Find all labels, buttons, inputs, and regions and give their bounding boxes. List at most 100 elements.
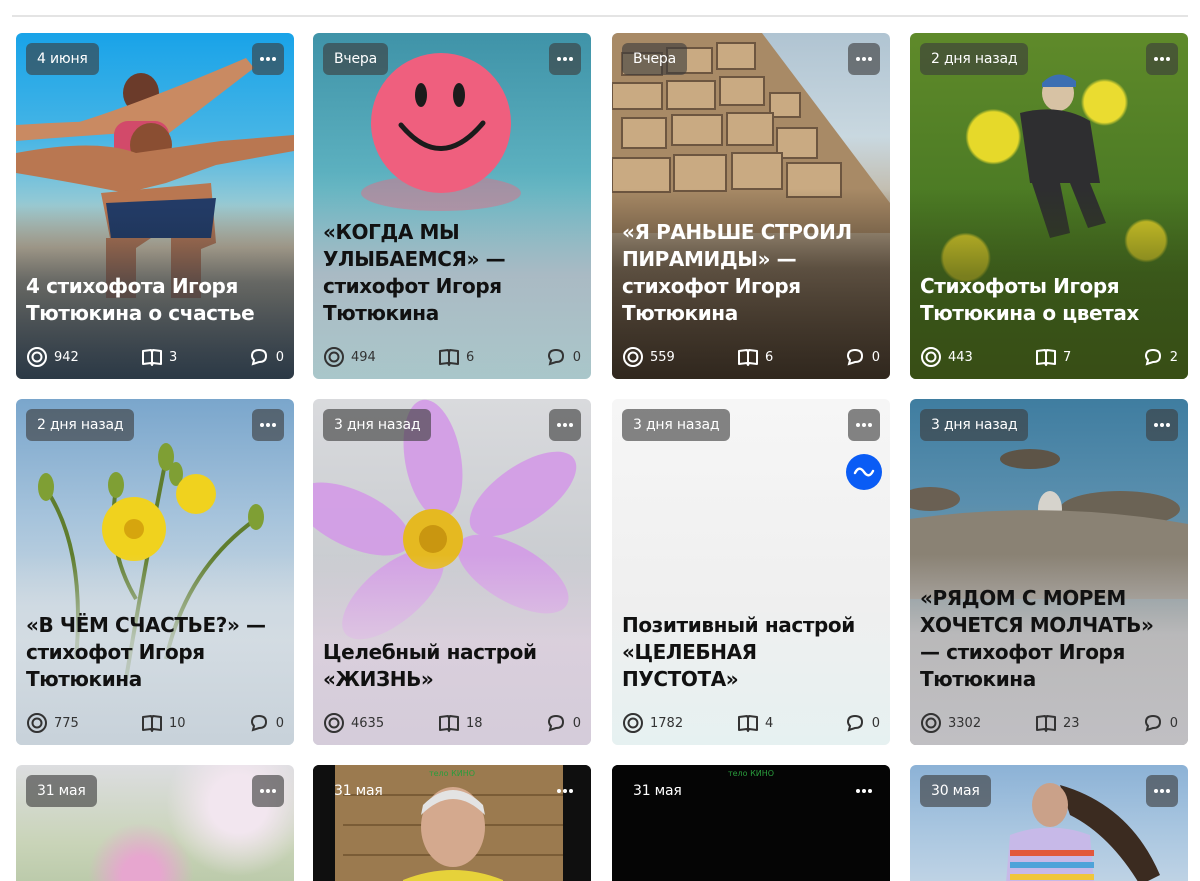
card-stats: 775 10 0 [26, 711, 284, 735]
views-count: 494 [351, 349, 376, 365]
comments-count: 2 [1169, 349, 1178, 365]
card-title[interactable]: «КОГДА МЫ УЛЫБАЕМСЯ» — стихофот Игоря Тю… [323, 219, 579, 327]
date-badge: 4 июня [26, 43, 99, 75]
comments-count: 0 [275, 349, 284, 365]
article-card[interactable]: Вчера «КОГДА МЫ УЛЫБАЕМСЯ» — стихофот Иг… [313, 33, 591, 379]
ellipsis-icon[interactable] [848, 409, 880, 441]
speech-bubble-icon [846, 714, 863, 732]
open-book-icon [1036, 715, 1056, 732]
eye-circle-icon [324, 347, 344, 367]
reads-count: 18 [466, 715, 483, 731]
comments-count: 0 [572, 715, 581, 731]
comments-count: 0 [275, 715, 284, 731]
date-badge: 2 дня назад [26, 409, 135, 441]
speech-bubble-icon [1144, 714, 1161, 732]
eye-circle-icon [27, 713, 47, 733]
ellipsis-icon[interactable] [549, 775, 581, 807]
card-stats: 443 7 2 [920, 345, 1178, 369]
reads-count: 4 [765, 715, 774, 731]
card-title[interactable]: Позитивный настрой «ЦЕЛЕБНАЯ ПУСТОТА» [622, 612, 878, 693]
wave-icon[interactable] [846, 454, 882, 490]
eye-circle-icon [324, 713, 344, 733]
ellipsis-icon[interactable] [252, 775, 284, 807]
speech-bubble-icon [547, 714, 564, 732]
open-book-icon [738, 349, 758, 366]
ellipsis-icon[interactable] [252, 409, 284, 441]
article-card[interactable]: Вчера «Я РАНЬШЕ СТРОИЛ ПИРАМИДЫ» — стихо… [612, 33, 890, 379]
speech-bubble-icon [250, 714, 267, 732]
date-badge: 31 мая [334, 783, 383, 799]
article-card[interactable]: 31 мая [16, 765, 294, 881]
date-badge: Вчера [622, 43, 687, 75]
card-stats: 494 6 0 [323, 345, 581, 369]
ellipsis-icon[interactable] [1146, 409, 1178, 441]
open-book-icon [142, 349, 162, 366]
reads-count: 23 [1063, 715, 1080, 731]
card-stats: 942 3 0 [26, 345, 284, 369]
views-count: 942 [54, 349, 79, 365]
ellipsis-icon[interactable] [848, 775, 880, 807]
article-card[interactable]: 2 дня назад «В ЧЁМ СЧАСТЬЕ?» — стихофот … [16, 399, 294, 745]
ellipsis-icon[interactable] [252, 43, 284, 75]
views-count: 3302 [948, 715, 982, 731]
views-count: 1782 [650, 715, 684, 731]
card-title[interactable]: «Я РАНЬШЕ СТРОИЛ ПИРАМИДЫ» — стихофот Иг… [622, 219, 878, 327]
speech-bubble-icon [846, 348, 863, 366]
comments-count: 0 [871, 715, 880, 731]
speech-bubble-icon [250, 348, 267, 366]
open-book-icon [1036, 349, 1056, 366]
article-card[interactable]: 3 дня назад Позитивный настрой «ЦЕЛЕБНАЯ… [612, 399, 890, 745]
views-count: 4635 [351, 715, 385, 731]
article-card[interactable]: 3 дня назад «РЯДОМ С МОРЕМ ХОЧЕТСЯ МОЛЧА… [910, 399, 1188, 745]
card-stats: 4635 18 0 [323, 711, 581, 735]
comments-count: 0 [871, 349, 880, 365]
ellipsis-icon[interactable] [549, 43, 581, 75]
eye-circle-icon [921, 347, 941, 367]
open-book-icon [142, 715, 162, 732]
comments-count: 0 [1169, 715, 1178, 731]
views-count: 559 [650, 349, 675, 365]
eye-circle-icon [921, 713, 941, 733]
date-badge: 3 дня назад [920, 409, 1029, 441]
speech-bubble-icon [547, 348, 564, 366]
card-stats: 1782 4 0 [622, 711, 880, 735]
card-title[interactable]: «РЯДОМ С МОРЕМ ХОЧЕТСЯ МОЛЧАТЬ» — стихоф… [920, 585, 1176, 693]
ellipsis-icon[interactable] [1146, 43, 1178, 75]
eye-circle-icon [27, 347, 47, 367]
reads-count: 10 [169, 715, 186, 731]
open-book-icon [439, 715, 459, 732]
reads-count: 6 [765, 349, 774, 365]
card-title[interactable]: 4 стихофота Игоря Тютюкина о счастье [26, 273, 282, 327]
date-badge: 30 мая [920, 775, 991, 807]
views-count: 443 [948, 349, 973, 365]
article-card[interactable]: 2 дня назад Стихофоты Игоря Тютюкина о ц… [910, 33, 1188, 379]
article-card[interactable]: 30 мая [910, 765, 1188, 881]
reads-count: 7 [1063, 349, 1072, 365]
ellipsis-icon[interactable] [1146, 775, 1178, 807]
date-badge: 3 дня назад [622, 409, 731, 441]
ellipsis-icon[interactable] [549, 409, 581, 441]
eye-circle-icon [623, 713, 643, 733]
ellipsis-icon[interactable] [848, 43, 880, 75]
publications-grid: 4 июня 4 стихофота Игоря Тютюкина о счас… [0, 0, 1200, 881]
article-card[interactable]: 4 июня 4 стихофота Игоря Тютюкина о счас… [16, 33, 294, 379]
date-badge: 31 мая [633, 783, 682, 799]
speech-bubble-icon [1144, 348, 1161, 366]
card-stats: 559 6 0 [622, 345, 880, 369]
article-card[interactable]: тело КИНО 31 мая [612, 765, 890, 881]
views-count: 775 [54, 715, 79, 731]
date-badge: Вчера [323, 43, 388, 75]
open-book-icon [738, 715, 758, 732]
comments-count: 0 [572, 349, 581, 365]
reads-count: 6 [466, 349, 475, 365]
article-card[interactable]: тело КИНО 31 мая [313, 765, 591, 881]
eye-circle-icon [623, 347, 643, 367]
date-badge: 2 дня назад [920, 43, 1029, 75]
card-image [612, 399, 890, 745]
date-badge: 3 дня назад [323, 409, 432, 441]
card-title[interactable]: Стихофоты Игоря Тютюкина о цветах [920, 273, 1176, 327]
reads-count: 3 [169, 349, 178, 365]
article-card[interactable]: 3 дня назад Целебный настрой «ЖИЗНЬ» 463… [313, 399, 591, 745]
card-title[interactable]: Целебный настрой «ЖИЗНЬ» [323, 639, 579, 693]
card-title[interactable]: «В ЧЁМ СЧАСТЬЕ?» — стихофот Игоря Тютюки… [26, 612, 282, 693]
